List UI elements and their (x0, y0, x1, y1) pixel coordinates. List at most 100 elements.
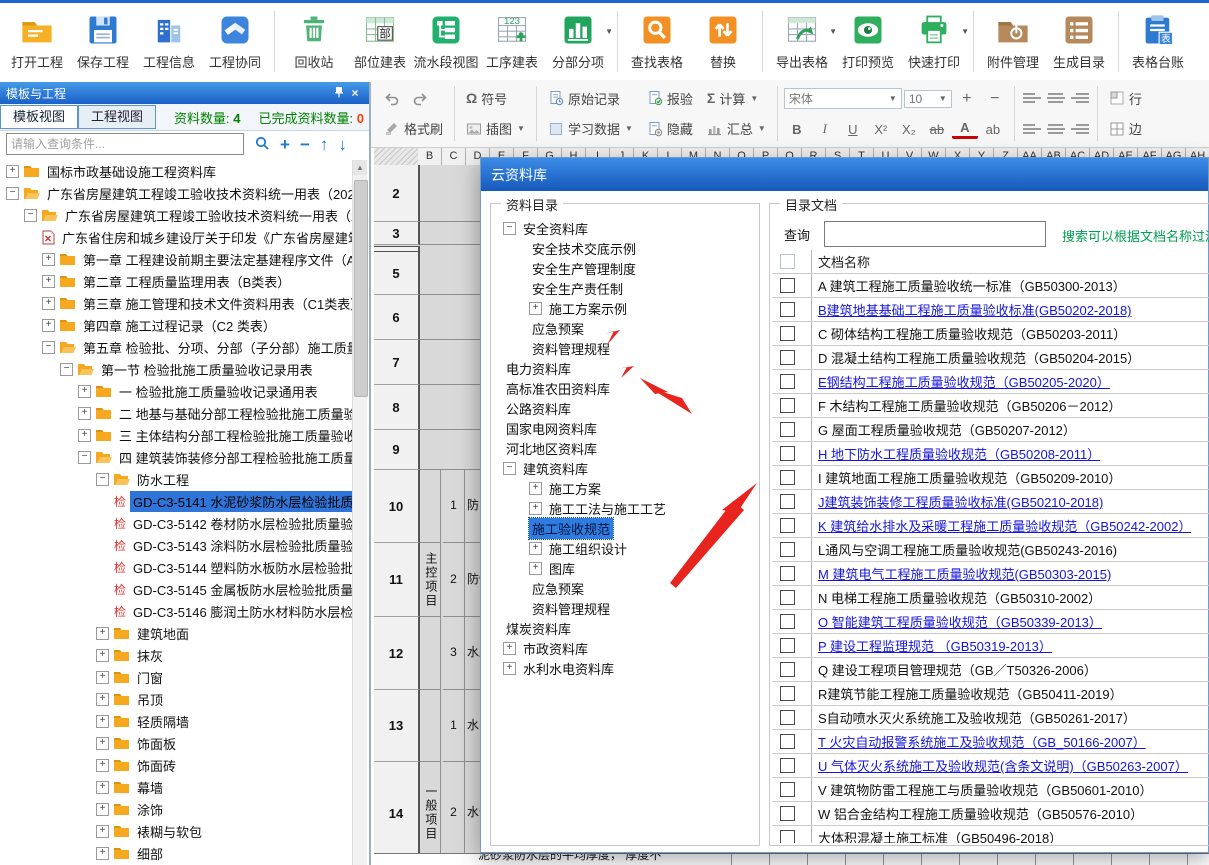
toolbar-button-flow[interactable]: 流水段视图 (413, 3, 479, 80)
tree-item-label[interactable]: 第四章 施工过程记录（C2 类表） (80, 315, 279, 336)
tree-item-label[interactable]: 抹灰 (134, 645, 166, 666)
align-middle-icon[interactable] (1045, 90, 1067, 106)
doc-link[interactable]: U 气体灭火系统施工及验收规范(含条文说明)（GB50263-2007） (818, 756, 1188, 775)
doc-link[interactable]: T 火灾自动报警系统施工及验收规范（GB_50166-2007） (818, 732, 1146, 751)
expand-icon[interactable]: + (529, 482, 542, 495)
toolbar-button-table-bu[interactable]: 部部位建表 (347, 3, 413, 80)
expand-icon[interactable]: + (42, 275, 55, 288)
doc-row[interactable]: U 气体灭火系统施工及验收规范(含条文说明)（GB50263-2007） (772, 754, 1209, 778)
doc-row[interactable]: V 建筑物防雷工程施工与质量验收规范（GB50601-2010） (772, 778, 1209, 802)
catalog-tree-item[interactable]: +施工方案 (499, 478, 747, 498)
catalog-tree-label[interactable]: 应急预案 (529, 318, 587, 339)
chevron-down-icon[interactable]: ▼ (758, 124, 766, 133)
doc-checkbox[interactable] (780, 350, 795, 365)
tree-item[interactable]: −防水工程 (0, 468, 354, 490)
catalog-tree-item[interactable]: +施工方案示例 (499, 298, 747, 318)
doc-row[interactable]: N 电梯工程施工质量验收规范（GB50310-2002） (772, 586, 1209, 610)
increase-font-button[interactable]: + (954, 89, 980, 109)
doc-checkbox[interactable] (780, 662, 795, 677)
doc-row[interactable]: J建筑装饰装修工程质量验收标准(GB50210-2018) (772, 490, 1209, 514)
toolbar-button-recycle[interactable]: 回收站 (281, 3, 347, 80)
catalog-tree-label[interactable]: 施工验收规范 (529, 518, 613, 539)
catalog-tree-item[interactable]: 国家电网资料库 (499, 418, 747, 438)
tree-item-label[interactable]: 饰面砖 (134, 755, 179, 776)
tree-item-label[interactable]: 第三章 施工管理和技术文件资料用表（C1类表） (80, 293, 354, 314)
catalog-tree-label[interactable]: 公路资料库 (503, 398, 574, 419)
doc-checkbox[interactable] (780, 734, 795, 749)
collapse-icon[interactable]: − (42, 341, 55, 354)
expand-icon[interactable]: + (96, 803, 109, 816)
doc-checkbox[interactable] (780, 278, 795, 293)
doc-row[interactable]: A 建筑工程施工质量验收统一标准（GB50300-2013） (772, 274, 1209, 298)
tree-item[interactable]: 检GD-C3-5145 金属板防水层检验批质量验 (0, 578, 354, 600)
catalog-tree-item[interactable]: 公路资料库 (499, 398, 747, 418)
tree-item-label[interactable]: 轻质隔墙 (134, 711, 192, 732)
catalog-tree-item[interactable]: 施工验收规范 (499, 518, 747, 538)
toolbar-button-replace[interactable]: 替换 (690, 3, 756, 80)
tree-item[interactable]: +幕墙 (0, 776, 354, 798)
collapse-icon[interactable]: − (503, 222, 516, 235)
doc-row[interactable]: F 木结构工程施工质量验收规范（GB50206－2012） (772, 394, 1209, 418)
tree-item-label[interactable]: 细部 (134, 843, 166, 864)
wrap-button[interactable]: ab (980, 121, 1006, 138)
doc-link[interactable]: B建筑地基基础工程施工质量验收标准(GB50202-2018) (818, 300, 1132, 319)
collapse-icon[interactable]: − (60, 363, 73, 376)
tree-item-label[interactable]: GD-C3-5142 卷材防水层检验批质量验收 (130, 513, 354, 534)
doc-checkbox[interactable] (780, 494, 795, 509)
doc-checkbox[interactable] (780, 758, 795, 773)
strikethrough-button[interactable]: ab (924, 121, 950, 138)
toolbar-button-save[interactable]: 保存工程 (70, 3, 136, 80)
catalog-tree-item[interactable]: 应急预案 (499, 578, 747, 598)
doc-row[interactable]: T 火灾自动报警系统施工及验收规范（GB_50166-2007） (772, 730, 1209, 754)
tree-item-label[interactable]: 第五章 检验批、分项、分部（子分部）施工质量及分. (80, 337, 354, 358)
select-all-checkbox[interactable] (780, 254, 795, 269)
tree-item[interactable]: 检GD-C3-5141 水泥砂浆防水层检验批质量 (0, 490, 354, 512)
catalog-tree-label[interactable]: 建筑资料库 (520, 458, 591, 479)
tree-item[interactable]: +第二章 工程质量监理用表（B类表） (0, 270, 354, 292)
catalog-tree-label[interactable]: 水利水电资料库 (520, 658, 617, 679)
doc-checkbox[interactable] (780, 686, 795, 701)
doc-row[interactable]: L通风与空调工程施工质量验收规范(GB50243-2016) (772, 538, 1209, 562)
expand-icon[interactable]: + (78, 407, 91, 420)
tree-item[interactable]: +吊顶 (0, 688, 354, 710)
tree-item-label[interactable]: 第一节 检验批施工质量验收记录用表 (98, 359, 316, 380)
font-name-select[interactable]: 宋体▼ (784, 88, 902, 109)
doc-checkbox[interactable] (780, 638, 795, 653)
catalog-tree-item[interactable]: +图库 (499, 558, 747, 578)
catalog-tree-label[interactable]: 资料管理规程 (529, 338, 613, 359)
italic-button[interactable]: I (812, 120, 838, 138)
tree-item[interactable]: 检GD-C3-5142 卷材防水层检验批质量验收 (0, 512, 354, 534)
align-top-icon[interactable] (1021, 90, 1043, 106)
tree-item-label[interactable]: GD-C3-5145 金属板防水层检验批质量验 (130, 579, 354, 600)
expand-icon[interactable]: + (96, 693, 109, 706)
tree-item-label[interactable]: 四 建筑装饰装修分部工程检验批施工质量验收 (116, 447, 354, 468)
expand-icon[interactable]: + (529, 502, 542, 515)
tree-item-label[interactable]: 第一章 工程建设前期主要法定基建程序文件（A类表） (80, 249, 354, 270)
tree-item[interactable]: +三 主体结构分部工程检验批施工质量验收记录 (0, 424, 354, 446)
collapse-icon[interactable]: − (78, 451, 91, 464)
decrease-font-button[interactable]: − (982, 89, 1008, 109)
catalog-tree-label[interactable]: 市政资料库 (520, 638, 591, 659)
add-icon[interactable]: + (280, 136, 290, 153)
chevron-down-icon[interactable]: ▼ (517, 124, 525, 133)
align-bottom-icon[interactable] (1069, 90, 1091, 106)
expand-icon[interactable]: + (96, 825, 109, 838)
tree-item[interactable]: 检GD-C3-5143 涂料防水层检验批质量验收 (0, 534, 354, 556)
tree-item-label[interactable]: 国标市政基础设施工程资料库 (44, 161, 219, 182)
doc-link[interactable]: H 地下防水工程质量验收规范（GB50208-2011） (818, 444, 1100, 463)
tree-item[interactable]: +饰面板 (0, 732, 354, 754)
catalog-tree-item[interactable]: 煤炭资料库 (499, 618, 747, 638)
tree-item-label[interactable]: GD-C3-5144 塑料防水板防水层检验批质 (130, 557, 354, 578)
close-icon[interactable]: × (347, 86, 363, 100)
toolbar-button-export[interactable]: 导出表格▼ (769, 3, 835, 80)
tree-item[interactable]: − 第五章 检验批、分项、分部（子分部）施工质量及分. (0, 336, 354, 358)
tree-item[interactable]: +建筑地面 (0, 622, 354, 644)
sheet-cell[interactable]: 1 (443, 690, 465, 762)
tree-item-label[interactable]: 裱糊与软包 (134, 821, 205, 842)
tree-item[interactable]: +一 检验批施工质量验收记录通用表 (0, 380, 354, 402)
catalog-tree-item[interactable]: +水利水电资料库 (499, 658, 747, 678)
catalog-tree-label[interactable]: 资料管理规程 (529, 598, 613, 619)
sheet-cell[interactable] (420, 617, 441, 690)
tree-item-label[interactable]: 饰面板 (134, 733, 179, 754)
tree-item-label[interactable]: 广东省房屋建筑工程竣工验收技术资料统一用表（2024版） (44, 183, 354, 204)
